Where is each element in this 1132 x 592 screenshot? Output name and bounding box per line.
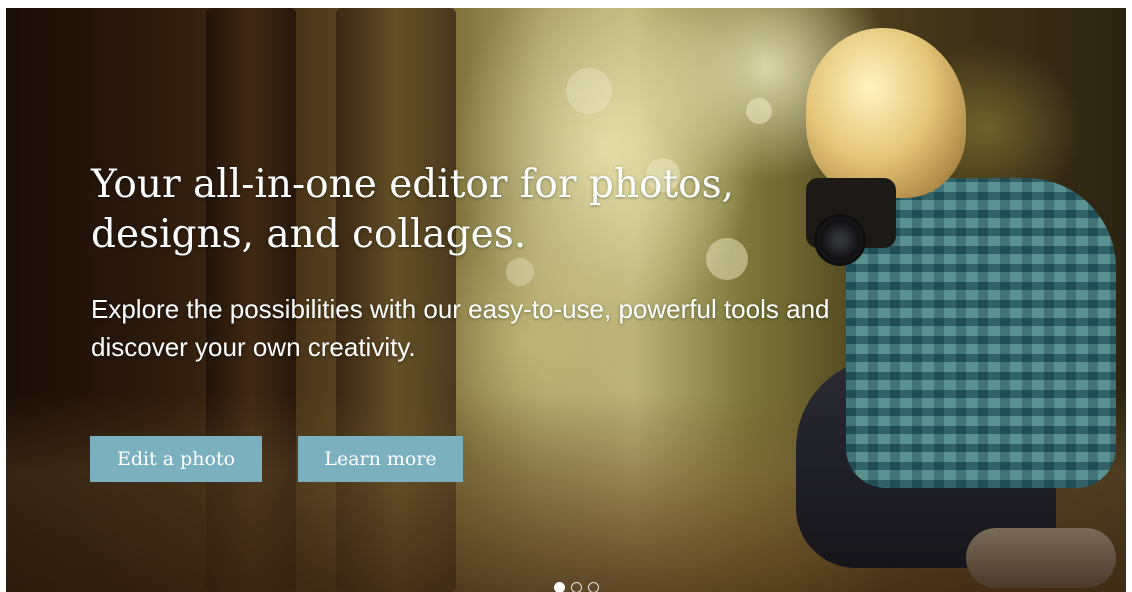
carousel-dot-3[interactable] bbox=[588, 582, 599, 592]
carousel-dot-2[interactable] bbox=[571, 582, 582, 592]
hero-subheadline: Explore the possibilities with our easy-… bbox=[91, 294, 830, 362]
carousel-indicators bbox=[554, 582, 599, 592]
learn-more-button[interactable]: Learn more bbox=[298, 436, 463, 482]
hero-banner: Your all-in-one editor for photos, desig… bbox=[6, 8, 1126, 592]
carousel-dot-1[interactable] bbox=[554, 582, 565, 592]
hero-headline: Your all-in-one editor for photos, desig… bbox=[91, 162, 735, 257]
edit-photo-button[interactable]: Edit a photo bbox=[90, 436, 262, 482]
